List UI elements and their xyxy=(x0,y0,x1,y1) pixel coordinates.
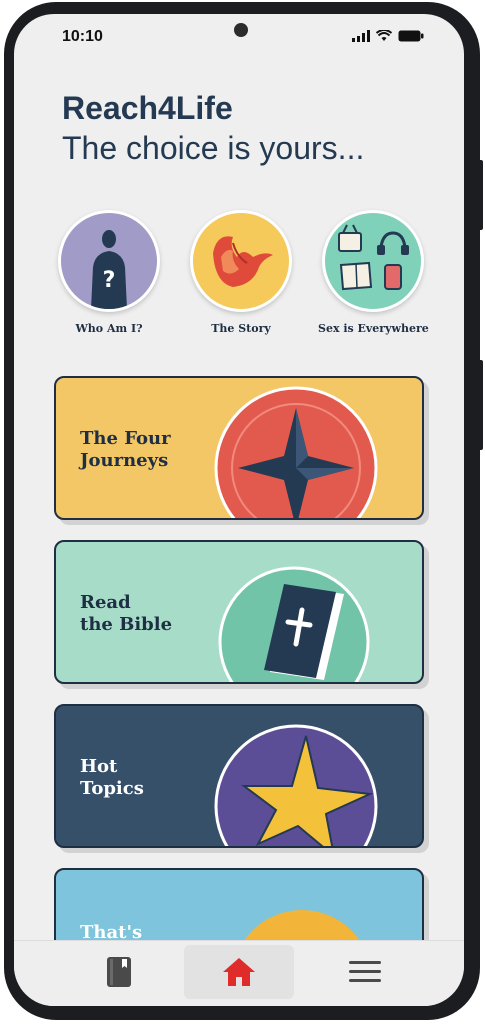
sex-is-everywhere-circle xyxy=(322,210,424,312)
sex-is-everywhere-label: Sex is Everywhere xyxy=(318,322,429,335)
read-the-bible-label: Read the Bible xyxy=(80,592,173,635)
svg-text:?: ? xyxy=(103,268,116,293)
the-story-label: The Story xyxy=(211,322,271,335)
status-time: 10:10 xyxy=(62,28,103,45)
who-am-i-label: Who Am I? xyxy=(75,322,143,335)
who-am-i-circle: ? xyxy=(58,210,160,312)
volume-button xyxy=(478,160,483,230)
media-collage-icon xyxy=(338,224,409,291)
hot-topics-label: Hot Topics xyxy=(80,756,144,799)
battery-icon xyxy=(398,30,424,42)
menu-icon xyxy=(349,961,381,982)
four-journeys-label: The Four Journeys xyxy=(80,428,171,471)
nav-menu[interactable] xyxy=(310,945,420,999)
nav-library[interactable] xyxy=(64,945,174,999)
app-screen: 10:10 Reach4Life The choice is yours... xyxy=(14,14,464,1006)
book-icon xyxy=(107,957,131,987)
bottom-nav xyxy=(14,940,464,1006)
wifi-icon xyxy=(376,30,392,41)
status-icons xyxy=(352,30,424,42)
featured-sex-is-everywhere[interactable]: Sex is Everywhere xyxy=(318,210,429,335)
compass-star-icon xyxy=(214,386,378,518)
signal-icon xyxy=(352,30,370,42)
person-question-icon: ? xyxy=(91,230,127,309)
featured-who-am-i[interactable]: ? Who Am I? xyxy=(54,210,164,335)
star-icon xyxy=(214,724,378,846)
app-title: Reach4Life xyxy=(62,90,233,126)
card-read-the-bible[interactable]: Read the Bible xyxy=(54,540,424,684)
front-camera xyxy=(234,23,248,37)
power-button xyxy=(478,360,483,450)
dove-icon xyxy=(213,236,273,287)
home-icon xyxy=(223,958,255,986)
bible-icon xyxy=(218,566,370,682)
featured-the-story[interactable]: The Story xyxy=(186,210,296,335)
the-story-circle xyxy=(190,210,292,312)
card-four-journeys[interactable]: The Four Journeys xyxy=(54,376,424,520)
app-subtitle: The choice is yours... xyxy=(62,130,365,166)
card-hot-topics[interactable]: Hot Topics xyxy=(54,704,424,848)
nav-home[interactable] xyxy=(184,945,294,999)
status-bar: 10:10 xyxy=(14,14,464,58)
